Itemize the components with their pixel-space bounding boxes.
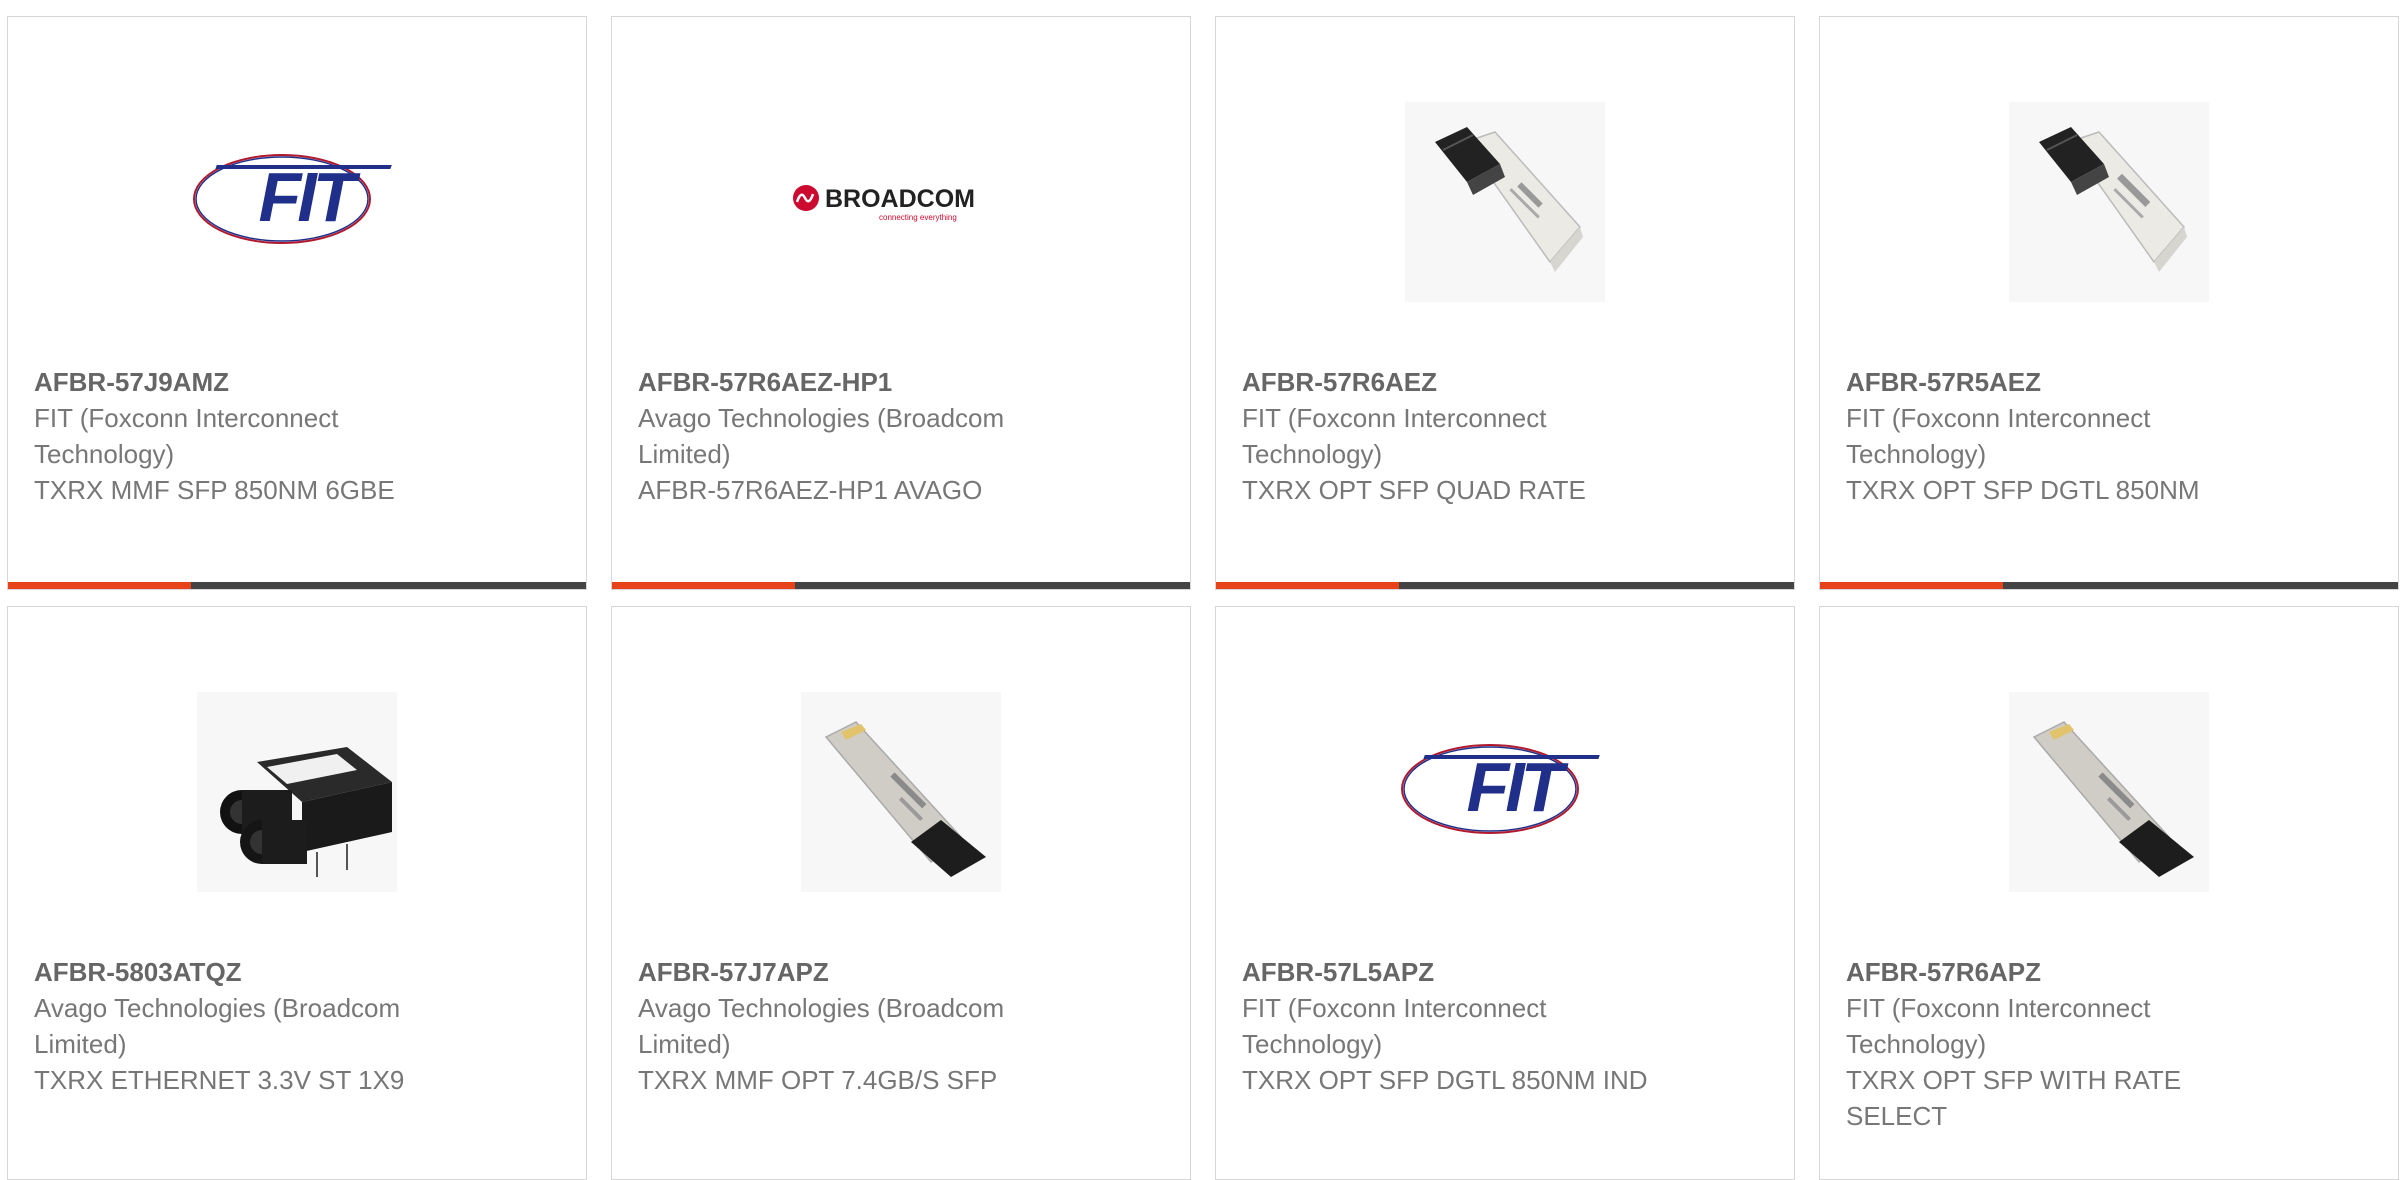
product-card[interactable]: AFBR-57R6APZ FIT (Foxconn Interconnect T… — [1819, 606, 2399, 1180]
part-number[interactable]: AFBR-57R6AEZ-HP1 — [638, 364, 1118, 400]
fit-logo-icon: FIT — [1401, 744, 1600, 834]
product-image — [8, 667, 586, 917]
st-transceiver-icon — [197, 692, 397, 892]
manufacturer: Avago Technologies (Broadcom Limited) — [638, 993, 1005, 1059]
product-image — [1216, 77, 1794, 327]
progress-fill — [1820, 582, 2003, 589]
manufacturer: Avago Technologies (Broadcom Limited) — [34, 993, 401, 1059]
product-grid: FIT AFBR-57J9AMZ FIT (Foxconn Interconne… — [7, 16, 2399, 1180]
svg-text:FIT: FIT — [1467, 748, 1569, 826]
product-image: BROADCOM connecting everything — [612, 77, 1190, 327]
manufacturer: FIT (Foxconn Interconnect Technology) — [1242, 993, 1547, 1059]
sfp-module-icon — [1405, 102, 1605, 302]
product-card[interactable]: AFBR-57R6AEZ FIT (Foxconn Interconnect T… — [1215, 16, 1795, 590]
progress-bar — [1820, 582, 2398, 589]
description: TXRX OPT SFP DGTL 850NM — [1846, 475, 2200, 505]
product-image: FIT — [8, 77, 586, 327]
part-number[interactable]: AFBR-57R5AEZ — [1846, 364, 2326, 400]
progress-fill — [612, 582, 795, 589]
description: TXRX OPT SFP DGTL 850NM IND — [1242, 1065, 1648, 1095]
product-card[interactable]: AFBR-57J7APZ Avago Technologies (Broadco… — [611, 606, 1191, 1180]
progress-bar — [612, 582, 1190, 589]
part-number[interactable]: AFBR-57J7APZ — [638, 954, 1118, 990]
part-number[interactable]: AFBR-5803ATQZ — [34, 954, 514, 990]
broadcom-logo-icon: BROADCOM connecting everything — [793, 185, 975, 222]
part-number[interactable]: AFBR-57J9AMZ — [34, 364, 514, 400]
sfp-module-icon — [2009, 102, 2209, 302]
part-number[interactable]: AFBR-57R6AEZ — [1242, 364, 1722, 400]
manufacturer: FIT (Foxconn Interconnect Technology) — [1242, 403, 1547, 469]
sfp-module-icon — [2009, 692, 2209, 892]
description: TXRX ETHERNET 3.3V ST 1X9 — [34, 1065, 405, 1095]
progress-bar — [8, 582, 586, 589]
part-number[interactable]: AFBR-57R6APZ — [1846, 954, 2326, 990]
progress-fill — [8, 582, 191, 589]
description: TXRX OPT SFP QUAD RATE — [1242, 475, 1586, 505]
product-card[interactable]: AFBR-5803ATQZ Avago Technologies (Broadc… — [7, 606, 587, 1180]
manufacturer: FIT (Foxconn Interconnect Technology) — [34, 403, 339, 469]
product-card[interactable]: BROADCOM connecting everything AFBR-57R6… — [611, 16, 1191, 590]
progress-fill — [1216, 582, 1399, 589]
manufacturer: Avago Technologies (Broadcom Limited) — [638, 403, 1005, 469]
product-image: FIT — [1216, 667, 1794, 917]
manufacturer: FIT (Foxconn Interconnect Technology) — [1846, 403, 2151, 469]
description: AFBR-57R6AEZ-HP1 AVAGO — [638, 475, 983, 505]
description: TXRX OPT SFP WITH RATE SELECT — [1846, 1065, 2182, 1131]
product-card[interactable]: FIT AFBR-57L5APZ FIT (Foxconn Interconne… — [1215, 606, 1795, 1180]
svg-text:FIT: FIT — [259, 158, 361, 236]
progress-bar — [1216, 582, 1794, 589]
svg-text:connecting everything: connecting everything — [879, 213, 957, 222]
product-card[interactable]: FIT AFBR-57J9AMZ FIT (Foxconn Interconne… — [7, 16, 587, 590]
product-image — [612, 667, 1190, 917]
part-number[interactable]: AFBR-57L5APZ — [1242, 954, 1722, 990]
fit-logo-icon: FIT — [193, 154, 392, 244]
product-image — [1820, 667, 2398, 917]
description: TXRX MMF OPT 7.4GB/S SFP — [638, 1065, 998, 1095]
product-card[interactable]: AFBR-57R5AEZ FIT (Foxconn Interconnect T… — [1819, 16, 2399, 590]
sfp-module-icon — [801, 692, 1001, 892]
manufacturer: FIT (Foxconn Interconnect Technology) — [1846, 993, 2151, 1059]
description: TXRX MMF SFP 850NM 6GBE — [34, 475, 395, 505]
product-image — [1820, 77, 2398, 327]
svg-text:BROADCOM: BROADCOM — [825, 185, 975, 213]
